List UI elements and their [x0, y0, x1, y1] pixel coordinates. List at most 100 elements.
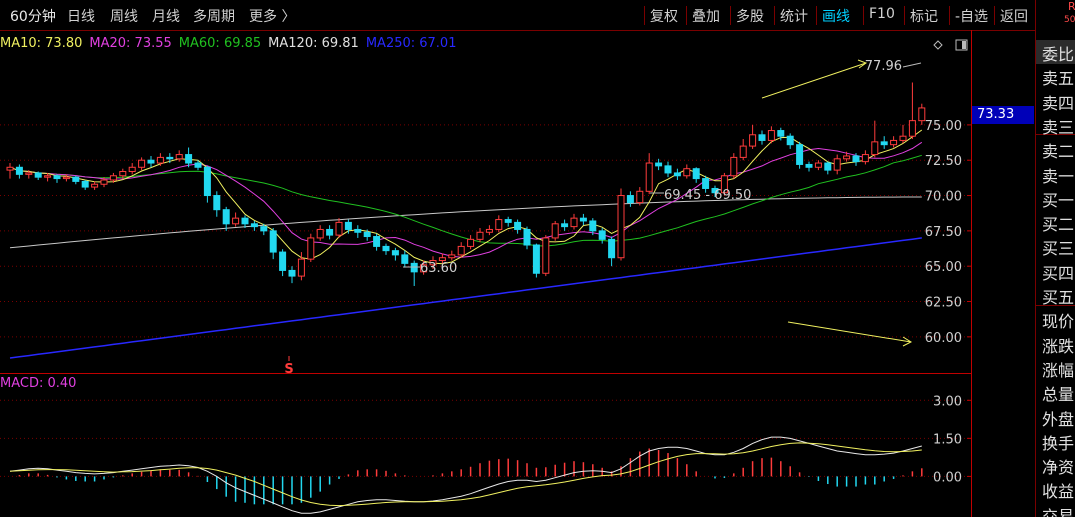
candle-body [805, 163, 813, 168]
period-tab-1[interactable]: 日线 [67, 6, 95, 26]
candle-body [861, 154, 869, 163]
candle-body [739, 145, 747, 158]
period-tab-0[interactable]: 60分钟 [10, 6, 56, 26]
price-tick-label: 75.00 [925, 119, 962, 134]
candle-body [288, 269, 296, 277]
ma-legend: MA10: 73.80 MA20: 73.55 MA60: 69.85 MA120: … [0, 36, 463, 51]
candle-body [297, 258, 305, 277]
ma20-line [9, 141, 923, 258]
macd-tick-label: 3.00 [933, 394, 962, 409]
candle-body [250, 223, 258, 228]
candle-body [91, 183, 99, 188]
candle-body [269, 230, 277, 253]
candle-body [382, 245, 390, 252]
candle-body [852, 155, 860, 163]
candle-body [589, 220, 597, 232]
candle-body [664, 165, 672, 174]
toolbar-separator [816, 6, 817, 25]
candle-body [119, 171, 127, 177]
candle-body [156, 156, 164, 164]
ma-legend-item-3: MA120: 69.81 [268, 36, 359, 51]
candle-body [363, 231, 371, 238]
candle-body [448, 254, 456, 259]
toolbar-button-6[interactable]: 标记 [910, 6, 938, 26]
candle-body [109, 175, 117, 181]
candle-body [673, 172, 681, 177]
macd-tick-label: 0.00 [933, 470, 962, 485]
toolbar-button-2[interactable]: 多股 [736, 6, 764, 26]
side-label-7: 买二 [1042, 215, 1075, 235]
candle-body [373, 236, 381, 247]
candle-body [34, 172, 42, 178]
candle-body [617, 195, 625, 259]
side-label-11: 现价 [1042, 312, 1075, 332]
candle-body [796, 144, 804, 165]
period-tab-2[interactable]: 周线 [110, 6, 138, 26]
period-tab-5[interactable]: 更多 〉 [249, 6, 295, 26]
candle-body [485, 228, 493, 233]
price-tick-label: 67.50 [925, 225, 962, 240]
candle-body [354, 228, 362, 233]
candle-body [542, 237, 550, 274]
candle-body [843, 155, 851, 160]
toolbar-button-8[interactable]: 返回 [1000, 6, 1028, 26]
toolbar-button-0[interactable]: 复权 [650, 6, 678, 26]
candle-body [213, 195, 221, 211]
candle-body [279, 251, 287, 271]
toolbar-separator [686, 6, 687, 25]
candle-body [410, 262, 418, 273]
candle-body [203, 166, 211, 197]
toolbar-button-7[interactable]: -自选 [955, 6, 988, 26]
side-label-1: 卖五 [1042, 69, 1075, 89]
annotation-label: 63.60 [420, 261, 457, 276]
kline-chart[interactable]: 75.00 72.50 70.00 67.50 65.00 62.50 60.00 3.00 1… [0, 30, 972, 517]
annotation-label: 77.96 [865, 59, 902, 74]
side-label-12: 涨跌 [1042, 336, 1075, 356]
toolbar-button-5[interactable]: F10 [869, 6, 895, 22]
ma-legend-item-2: MA60: 69.85 [178, 36, 262, 51]
toolbar-separator [863, 6, 864, 25]
toolbar-button-3[interactable]: 统计 [780, 6, 808, 26]
side-label-18: 收益 [1042, 482, 1075, 502]
candle-body [232, 217, 240, 225]
side-label-15: 外盘 [1042, 409, 1075, 429]
toolbar-separator [774, 6, 775, 25]
candle-body [908, 120, 916, 137]
candle-body [551, 223, 559, 239]
order-book-panel: R 500 委比卖五卖四卖三卖二卖一买一买二买三买四买五现价涨跌涨幅总量外盘换手… [1035, 0, 1075, 517]
candle-body [62, 176, 70, 180]
macd-dif-line [9, 436, 922, 514]
ma-legend-item-1: MA20: 73.55 [89, 36, 172, 51]
candle-body [532, 244, 540, 274]
candle-body [749, 134, 757, 147]
price-tick-label: 60.00 [925, 331, 962, 346]
period-tab-3[interactable]: 月线 [152, 6, 180, 26]
toolbar-button-1[interactable]: 叠加 [692, 6, 720, 26]
candle-body [326, 228, 334, 236]
period-tab-4[interactable]: 多周期 [193, 6, 235, 26]
candle-body [645, 162, 653, 192]
candle-body [890, 139, 898, 146]
toolbar-button-4[interactable]: 画线 [822, 6, 850, 26]
side-corner-top: R [1068, 0, 1075, 13]
candle-body [880, 141, 888, 146]
side-label-19: 交易 [1042, 506, 1075, 517]
candle-body [608, 238, 616, 259]
candle-body [495, 219, 503, 230]
chart-controls[interactable] [930, 38, 970, 52]
side-label-6: 买一 [1042, 190, 1075, 210]
candle-body [344, 221, 352, 230]
candle-body [476, 231, 484, 240]
macd-legend: MACD: 0.40 [0, 376, 77, 391]
candle-body [777, 130, 785, 137]
side-label-5: 卖一 [1042, 166, 1075, 186]
side-corner-sub: 500 [1064, 15, 1075, 25]
annotation-label: 69.45 - 69.50 [664, 188, 751, 203]
side-label-4: 卖二 [1042, 142, 1075, 162]
side-label-10: 买五 [1042, 288, 1075, 307]
candle-body [636, 190, 644, 204]
candle-body [401, 254, 409, 264]
candle-body [457, 245, 465, 256]
period-toolbar: 60分钟 日线 周线 月线 多周期 更多 〉 复权 叠加 多股 统计 画线 F10 标记 -自选 返回 [0, 0, 1035, 31]
diamond-icon[interactable] [933, 40, 943, 50]
